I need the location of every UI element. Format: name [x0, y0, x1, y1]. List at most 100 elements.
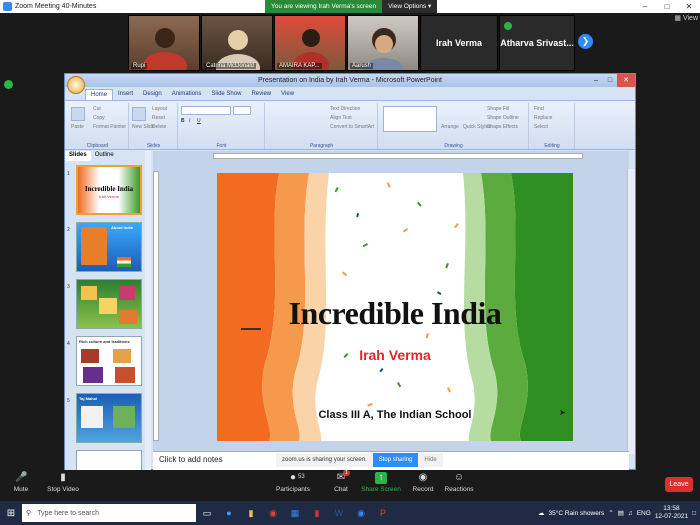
tab-insert[interactable]: Insert	[113, 89, 138, 100]
powerpoint-window: Presentation on India by Irah Verma - Mi…	[64, 73, 636, 472]
file-explorer-icon[interactable]: ▮	[240, 501, 262, 525]
close-icon[interactable]: ✕	[678, 0, 700, 13]
participants-count: 53	[298, 474, 305, 480]
word-icon[interactable]: W	[328, 501, 350, 525]
video-camera-icon: ▮	[60, 472, 66, 483]
zoom-window-title: Zoom Meeting 40-Minutes	[15, 3, 97, 10]
slide-title[interactable]: Incredible India	[217, 295, 573, 332]
zoom-logo-icon	[3, 2, 12, 11]
edge-browser-icon[interactable]: ●	[218, 501, 240, 525]
network-icon[interactable]: ▤	[618, 509, 624, 517]
mouse-cursor-icon: ➤	[559, 408, 566, 417]
tab-design[interactable]: Design	[138, 89, 167, 100]
slide-school-text[interactable]: Class III A, The Indian School	[217, 409, 573, 421]
slide-canvas[interactable]: Incredible India Irah Verma Class III A,…	[217, 173, 573, 441]
pdf-icon[interactable]: ▮	[306, 501, 328, 525]
leave-button[interactable]: Leave	[665, 477, 693, 492]
next-page-button[interactable]: ❯	[578, 34, 593, 49]
notifications-icon[interactable]: □	[692, 510, 696, 517]
font-group: B I U Font	[179, 103, 265, 149]
slide-thumbnail[interactable]	[76, 450, 142, 472]
slide-thumbnail[interactable]: Incredible India Irah Verma	[76, 165, 142, 215]
tab-review[interactable]: Review	[246, 89, 276, 100]
security-shield-icon[interactable]	[4, 80, 13, 89]
view-options-button[interactable]: View Options ▾	[382, 0, 438, 13]
shape-fill-button[interactable]: Shape Fill	[487, 106, 509, 112]
ppt-maximize-icon[interactable]: □	[603, 74, 617, 87]
edit-scrollbar[interactable]	[627, 169, 635, 454]
view-button[interactable]: ▦ View	[674, 14, 698, 22]
office-button[interactable]	[67, 76, 85, 94]
india-map-icon	[81, 227, 107, 265]
participant-tile[interactable]: AMAIRA KAP...	[274, 15, 346, 71]
clock[interactable]: 13:58 12-07-2021	[655, 505, 688, 521]
volume-icon[interactable]: ♫	[628, 510, 633, 517]
shape-effects-button[interactable]: Shape Effects	[487, 124, 518, 130]
convert-smartart-button[interactable]: Convert to SmartArt	[330, 124, 374, 130]
paste-icon[interactable]	[71, 107, 85, 121]
stop-video-button[interactable]: ▮ Stop Video	[38, 472, 88, 493]
italic-icon[interactable]: I	[189, 118, 190, 124]
select-button[interactable]: Select	[534, 124, 548, 130]
zoom-taskbar-icon[interactable]: ◉	[350, 501, 372, 525]
thumb-image	[99, 298, 117, 314]
slide-thumbnail[interactable]: Taj Mahal	[76, 393, 142, 443]
slide-thumbnail[interactable]	[76, 279, 142, 329]
participant-tile[interactable]: Irah Verma	[420, 15, 498, 71]
minimize-icon[interactable]: –	[634, 0, 656, 13]
new-slide-icon[interactable]	[132, 107, 146, 121]
powerpoint-icon[interactable]: P	[372, 501, 394, 525]
slide-subtitle[interactable]: Irah Verma	[217, 347, 573, 363]
chrome-icon[interactable]: ◉	[262, 501, 284, 525]
tab-home[interactable]: Home	[85, 89, 114, 100]
smiley-icon: ☺	[453, 472, 465, 483]
format-painter-button[interactable]: Format Painter	[93, 124, 126, 130]
align-text-button[interactable]: Align Text	[330, 115, 352, 121]
underline-icon[interactable]: U	[197, 118, 201, 124]
store-icon[interactable]: ▦	[284, 501, 306, 525]
paste-button[interactable]: Paste	[71, 124, 84, 130]
delete-button[interactable]: Delete	[152, 124, 166, 130]
slide-thumbnail[interactable]: About India	[76, 222, 142, 272]
tab-slides[interactable]: Slides	[65, 151, 91, 161]
slides-group: New Slide Layout Reset Delete Slides	[130, 103, 178, 149]
copy-button[interactable]: Copy	[93, 115, 105, 121]
reactions-button[interactable]: ☺ Reactions	[434, 472, 484, 493]
stop-sharing-button[interactable]: Stop sharing	[372, 453, 419, 467]
hide-button[interactable]: Hide	[418, 453, 443, 467]
ppt-close-icon[interactable]: ✕	[617, 74, 635, 87]
ppt-minimize-icon[interactable]: –	[589, 74, 603, 87]
tab-animations[interactable]: Animations	[167, 89, 207, 100]
participants-button[interactable]: ● 53 Participants	[268, 472, 318, 493]
font-name-dropdown[interactable]	[181, 106, 231, 115]
bold-icon[interactable]: B	[181, 118, 185, 124]
cut-button[interactable]: Cut	[93, 106, 101, 112]
language-indicator[interactable]: ENG	[637, 510, 651, 517]
participant-tile[interactable]: Rupi	[128, 15, 200, 71]
slides-pane-scrollbar[interactable]	[145, 151, 151, 471]
participant-tile[interactable]: Aarush	[347, 15, 419, 71]
tab-outline[interactable]: Outline	[91, 151, 118, 161]
layout-button[interactable]: Layout	[152, 106, 167, 112]
shapes-gallery[interactable]	[383, 106, 437, 132]
tab-view[interactable]: View	[276, 89, 299, 100]
participant-tile[interactable]: Catrina McDonald	[201, 15, 273, 71]
text-direction-button[interactable]: Text Direction	[330, 106, 360, 112]
taskbar-search[interactable]: ⚲ Type here to search	[22, 504, 196, 522]
task-view-icon[interactable]: ▭	[196, 501, 218, 525]
reset-button[interactable]: Reset	[152, 115, 165, 121]
slide-thumbnail[interactable]: Rich culture and traditions	[76, 336, 142, 386]
participant-tile[interactable]: Atharva Srivast...	[499, 15, 575, 71]
shape-outline-button[interactable]: Shape Outline	[487, 115, 519, 121]
maximize-icon[interactable]: □	[656, 0, 678, 13]
thumb-image	[83, 367, 103, 383]
replace-button[interactable]: Replace	[534, 115, 552, 121]
sharing-status: zoom.us is sharing your screen.	[276, 453, 373, 467]
weather-text[interactable]: 35°C Rain showers	[549, 510, 605, 517]
arrange-button[interactable]: Arrange	[441, 124, 459, 130]
tab-slide-show[interactable]: Slide Show	[206, 89, 246, 100]
font-size-dropdown[interactable]	[233, 106, 251, 115]
find-button[interactable]: Find	[534, 106, 544, 112]
tray-chevron-icon[interactable]: ⌃	[608, 509, 613, 517]
windows-start-icon[interactable]: ⊞	[0, 501, 22, 525]
